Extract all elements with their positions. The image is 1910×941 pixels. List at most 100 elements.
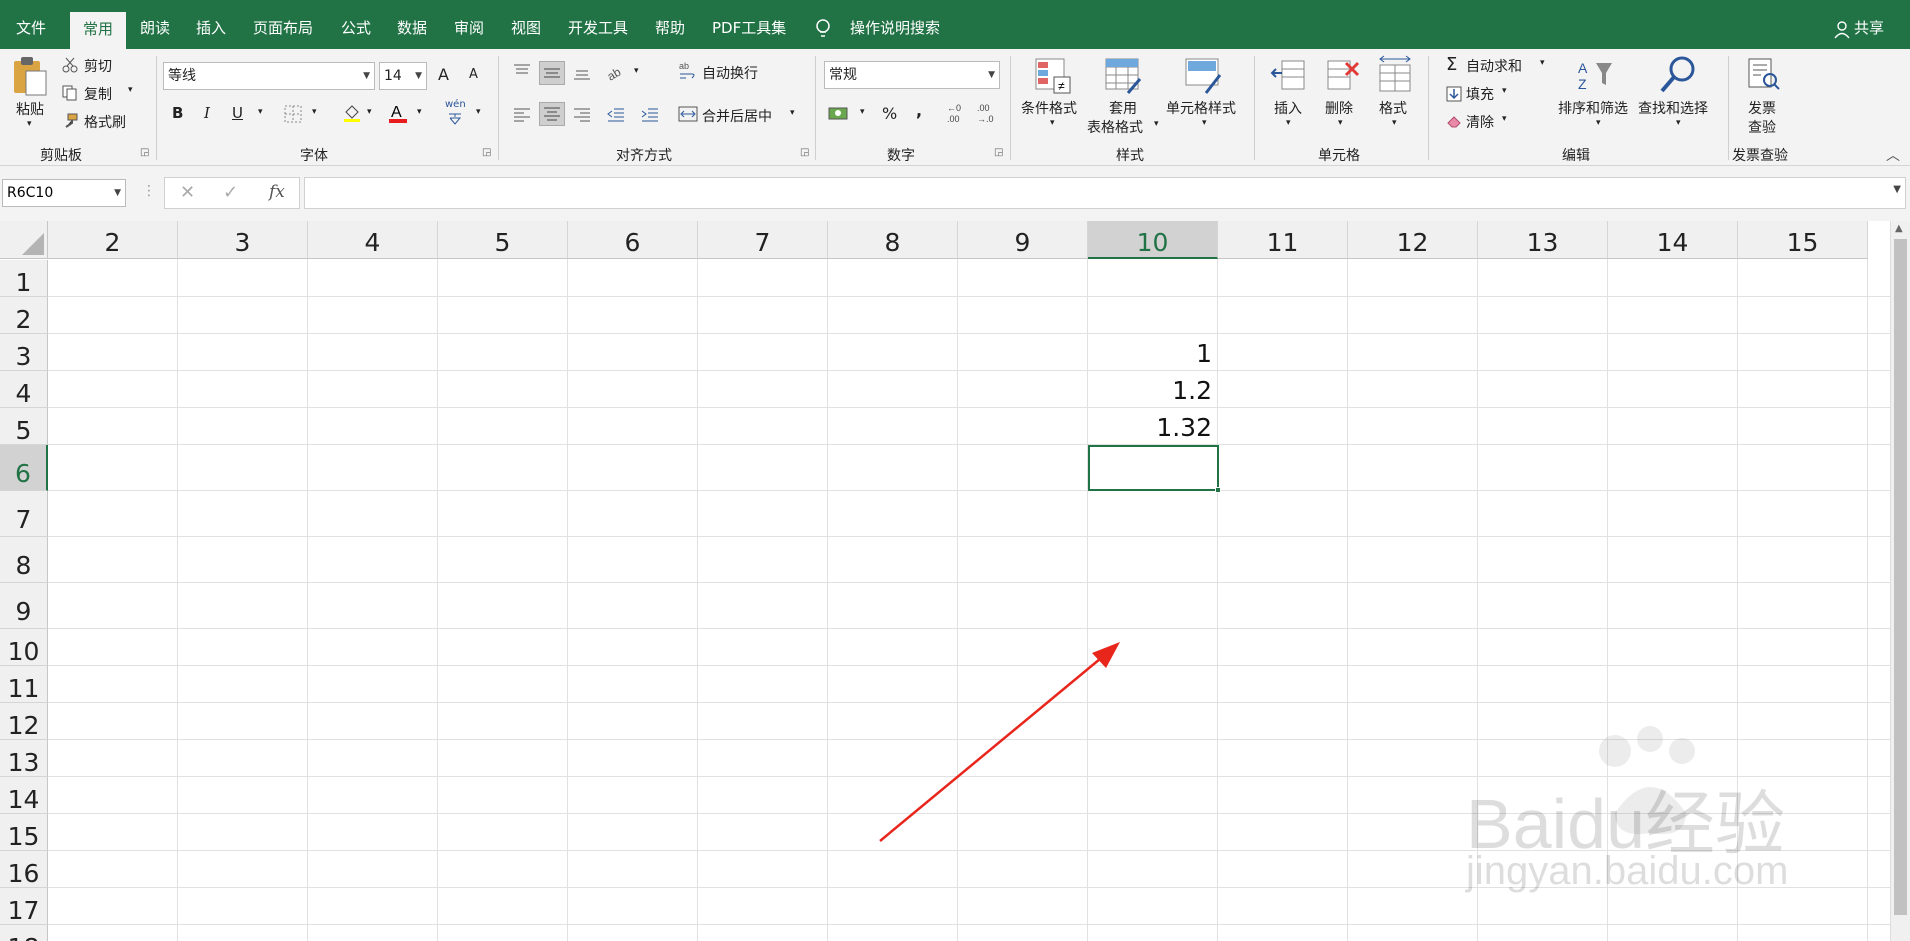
row-header-9[interactable]: 9: [0, 583, 48, 629]
clear-button[interactable]: 清除: [1466, 112, 1494, 132]
fill-handle[interactable]: [1215, 487, 1221, 493]
row-header-1[interactable]: 1: [0, 260, 48, 297]
borders-icon[interactable]: [284, 105, 302, 123]
decrease-indent-icon[interactable]: [606, 107, 626, 123]
column-header-8[interactable]: 8: [828, 221, 958, 259]
formula-input[interactable]: ▼: [304, 177, 1906, 209]
row-header-17[interactable]: 17: [0, 888, 48, 925]
column-header-6[interactable]: 6: [568, 221, 698, 259]
insert-function-icon[interactable]: fx: [269, 182, 285, 202]
grow-font-button[interactable]: A: [438, 65, 449, 84]
cell-styles-button[interactable]: 单元格样式: [1166, 98, 1236, 118]
paste-dropdown-icon[interactable]: ▾: [27, 119, 32, 129]
row-header-2[interactable]: 2: [0, 297, 48, 334]
worksheet-grid[interactable]: 2 3 4 5 6 7 8 9 10 11 12 13 14 15 1 2 3 4 5 6 7 8 9 10 11 12 13 14…: [0, 221, 1910, 941]
row-header-4[interactable]: 4: [0, 371, 48, 408]
row-header-16[interactable]: 16: [0, 851, 48, 888]
merge-center-button[interactable]: 合并后居中: [702, 106, 772, 126]
column-header-12[interactable]: 12: [1348, 221, 1478, 259]
insert-dropdown-icon[interactable]: ▾: [1286, 118, 1291, 128]
font-color-icon[interactable]: A: [388, 102, 408, 124]
bold-button[interactable]: B: [172, 104, 183, 122]
scroll-thumb[interactable]: [1894, 239, 1907, 915]
table-dropdown-icon[interactable]: ▾: [1154, 119, 1159, 129]
column-header-3[interactable]: 3: [178, 221, 308, 259]
decrease-decimal-icon[interactable]: .00→.0: [975, 101, 997, 125]
align-bottom-icon[interactable]: [572, 65, 592, 81]
accounting-format-icon[interactable]: [828, 105, 850, 123]
tab-read-aloud[interactable]: 朗读: [140, 0, 170, 49]
row-header-13[interactable]: 13: [0, 740, 48, 777]
row-header-7[interactable]: 7: [0, 491, 48, 537]
tab-help[interactable]: 帮助: [655, 0, 685, 49]
format-as-table-line1[interactable]: 套用: [1109, 98, 1137, 118]
conditional-dropdown-icon[interactable]: ▾: [1050, 118, 1055, 128]
scroll-up-icon[interactable]: ▲: [1895, 223, 1903, 234]
tab-view[interactable]: 视图: [511, 0, 541, 49]
column-header-10[interactable]: 10: [1088, 221, 1218, 259]
alignment-launcher-icon[interactable]: ◲: [800, 147, 809, 158]
name-box[interactable]: R6C10 ▼: [2, 179, 126, 207]
underline-button[interactable]: U: [232, 104, 243, 122]
orientation-dropdown-icon[interactable]: ▾: [634, 66, 639, 76]
copy-dropdown-icon[interactable]: ▾: [128, 85, 133, 95]
font-color-dropdown-icon[interactable]: ▾: [417, 107, 422, 117]
cell-r4c10[interactable]: 1.2: [1088, 371, 1218, 408]
fill-button[interactable]: 填充: [1466, 84, 1494, 104]
font-name-combo[interactable]: 等线 ▼: [163, 62, 375, 90]
italic-button[interactable]: I: [204, 104, 210, 122]
row-header-18[interactable]: 18: [0, 925, 48, 941]
clipboard-launcher-icon[interactable]: ◲: [140, 147, 149, 158]
row-header-12[interactable]: 12: [0, 703, 48, 740]
fill-color-icon[interactable]: [342, 103, 362, 123]
tab-data[interactable]: 数据: [397, 0, 427, 49]
cell-r3c10[interactable]: 1: [1088, 334, 1218, 371]
row-header-11[interactable]: 11: [0, 666, 48, 703]
conditional-formatting-button[interactable]: 条件格式: [1021, 98, 1077, 118]
row-header-8[interactable]: 8: [0, 537, 48, 583]
increase-indent-icon[interactable]: [640, 107, 660, 123]
tab-home[interactable]: 常用: [70, 12, 126, 49]
merge-dropdown-icon[interactable]: ▾: [790, 108, 795, 118]
autosum-dropdown-icon[interactable]: ▾: [1540, 58, 1545, 68]
tab-file[interactable]: 文件: [16, 0, 46, 49]
column-header-13[interactable]: 13: [1478, 221, 1608, 259]
invoice-check-line1[interactable]: 发票: [1748, 98, 1776, 118]
cut-button[interactable]: 剪切: [84, 56, 112, 76]
copy-button[interactable]: 复制: [84, 84, 112, 104]
find-dropdown-icon[interactable]: ▾: [1676, 118, 1681, 128]
select-all-corner[interactable]: [0, 221, 48, 259]
comma-style-button[interactable]: ,: [916, 101, 922, 120]
number-format-combo[interactable]: 常规 ▼: [824, 61, 1000, 89]
underline-dropdown-icon[interactable]: ▾: [258, 107, 263, 117]
phonetic-button[interactable]: wén: [445, 99, 466, 110]
tell-me-search[interactable]: 操作说明搜索: [850, 0, 940, 49]
column-header-5[interactable]: 5: [438, 221, 568, 259]
cell-styles-dropdown-icon[interactable]: ▾: [1202, 118, 1207, 128]
fill-color-dropdown-icon[interactable]: ▾: [367, 107, 372, 117]
row-header-14[interactable]: 14: [0, 777, 48, 814]
percent-button[interactable]: %: [882, 104, 897, 123]
format-dropdown-icon[interactable]: ▾: [1392, 118, 1397, 128]
column-header-9[interactable]: 9: [958, 221, 1088, 259]
row-header-3[interactable]: 3: [0, 334, 48, 371]
orientation-icon[interactable]: ab: [606, 63, 628, 81]
increase-decimal-icon[interactable]: ←0.00: [945, 101, 967, 125]
shrink-font-button[interactable]: A: [469, 67, 478, 82]
enter-icon[interactable]: ✓: [223, 182, 238, 203]
row-header-5[interactable]: 5: [0, 408, 48, 445]
format-painter-button[interactable]: 格式刷: [84, 112, 126, 132]
fill-dropdown-icon[interactable]: ▾: [1502, 86, 1507, 96]
delete-cells-button[interactable]: 删除: [1325, 98, 1353, 118]
row-header-10[interactable]: 10: [0, 629, 48, 666]
column-header-11[interactable]: 11: [1218, 221, 1348, 259]
align-top-icon[interactable]: [512, 63, 532, 79]
number-launcher-icon[interactable]: ◲: [994, 147, 1003, 158]
vertical-scrollbar[interactable]: ▲: [1890, 221, 1910, 941]
format-cells-button[interactable]: 格式: [1379, 98, 1407, 118]
share-button[interactable]: 共享: [1854, 0, 1884, 49]
font-launcher-icon[interactable]: ◲: [482, 147, 491, 158]
column-header-4[interactable]: 4: [308, 221, 438, 259]
format-as-table-line2[interactable]: 表格格式: [1087, 117, 1143, 137]
column-header-7[interactable]: 7: [698, 221, 828, 259]
